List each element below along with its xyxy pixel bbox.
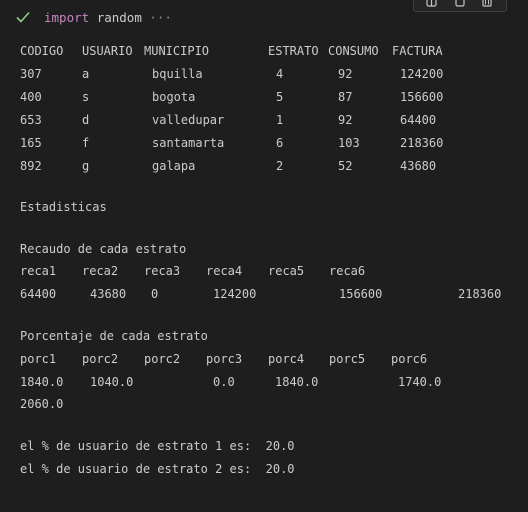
table-row: 307 a bquilla 4 92 124200 xyxy=(20,65,443,83)
table-header: CODIGO USUARIO MUNICIPIO ESTRATO CONSUMO… xyxy=(20,42,443,60)
col-header-consumo: CONSUMO xyxy=(328,44,379,58)
cell-codigo: 400 xyxy=(20,90,42,104)
porcentaje-header: porc4 xyxy=(268,352,305,366)
code-keyword: import xyxy=(44,10,90,25)
cell-factura: 64400 xyxy=(400,113,437,127)
stats-title: Estadisticas xyxy=(20,200,107,214)
cell-consumo: 52 xyxy=(338,159,353,173)
delete-icon[interactable] xyxy=(481,0,493,8)
cell-factura: 43680 xyxy=(400,159,437,173)
col-header-usuario: USUARIO xyxy=(82,44,133,58)
porcentaje-header: porc5 xyxy=(329,352,366,366)
cell-usuario: d xyxy=(82,113,90,127)
table-row: 165 f santamarta 6 103 218360 xyxy=(20,134,443,152)
porcentaje-header: porc2 xyxy=(82,352,119,366)
porcentaje-value: 1840.0 xyxy=(275,375,319,389)
recaudo-value: 0 xyxy=(151,287,159,301)
porcentaje-title: Porcentaje de cada estrato xyxy=(20,329,208,343)
code-module: random xyxy=(96,10,142,25)
col-header-factura: FACTURA xyxy=(392,44,443,58)
recaudo-value: 218360 xyxy=(458,287,502,301)
recaudo-header: reca5 xyxy=(268,264,305,278)
porcentaje-value: 1740.0 xyxy=(398,375,442,389)
cell-codigo: 892 xyxy=(20,159,42,173)
porcentaje-header: porc1 xyxy=(20,352,57,366)
cell-usuario: g xyxy=(82,159,90,173)
cell-estrato: 1 xyxy=(276,113,284,127)
cell-estrato: 2 xyxy=(276,159,284,173)
cell-municipio: santamarta xyxy=(152,136,225,150)
table-row: 653 d valledupar 1 92 64400 xyxy=(20,111,436,129)
cell-usuario: a xyxy=(82,67,90,81)
usuario-line: el % de usuario de estrato 1 es: 20.0 xyxy=(20,439,295,453)
porcentaje-values: 1840.0 1040.0 0.0 1840.0 1740.0 xyxy=(20,373,441,391)
recaudo-title: Recaudo de cada estrato xyxy=(20,242,187,256)
col-header-estrato: ESTRATO xyxy=(268,44,319,58)
cell-codigo: 307 xyxy=(20,67,42,81)
cell-estrato: 4 xyxy=(276,67,284,81)
porcentaje-header: porc2 xyxy=(144,352,181,366)
porcentaje-value: 0.0 xyxy=(213,375,235,389)
recaudo-value: 156600 xyxy=(339,287,383,301)
cell-code[interactable]: import random ··· xyxy=(44,10,172,26)
cell-consumo: 103 xyxy=(338,136,360,150)
cell-consumo: 92 xyxy=(338,67,353,81)
table-row: 892 g galapa 2 52 43680 xyxy=(20,157,436,175)
col-header-municipio: MUNICIPIO xyxy=(144,44,210,58)
recaudo-header: reca1 xyxy=(20,264,57,278)
cell-municipio: bquilla xyxy=(152,67,203,81)
check-icon xyxy=(16,11,30,23)
porcentaje-header: porc6 xyxy=(391,352,428,366)
porcentaje-value: 1840.0 xyxy=(20,375,64,389)
cell-usuario: s xyxy=(82,90,90,104)
copy-icon[interactable] xyxy=(454,0,466,8)
recaudo-value: 64400 xyxy=(20,287,57,301)
cell-municipio: valledupar xyxy=(152,113,225,127)
cell-codigo: 165 xyxy=(20,136,42,150)
recaudo-headers: reca1 reca2 reca3 reca4 reca5 reca6 xyxy=(20,262,365,280)
cell-municipio: galapa xyxy=(152,159,196,173)
cell-toolbar xyxy=(413,0,507,12)
cell-header: import random ··· xyxy=(0,0,528,36)
porcentaje-header: porc3 xyxy=(206,352,243,366)
cell-estrato: 5 xyxy=(276,90,284,104)
col-header-codigo: CODIGO xyxy=(20,44,64,58)
split-cell-icon[interactable] xyxy=(426,0,438,8)
cell-factura: 156600 xyxy=(400,90,444,104)
table-row: 400 s bogota 5 87 156600 xyxy=(20,88,443,106)
cell-usuario: f xyxy=(82,136,90,150)
porcentaje-headers: porc1 porc2 porc2 porc3 porc4 porc5 porc… xyxy=(20,350,427,368)
cell-factura: 218360 xyxy=(400,136,444,150)
recaudo-header: reca4 xyxy=(206,264,243,278)
recaudo-header: reca3 xyxy=(144,264,181,278)
cell-municipio: bogota xyxy=(152,90,196,104)
recaudo-value: 124200 xyxy=(213,287,257,301)
cell-consumo: 92 xyxy=(338,113,353,127)
cell-factura: 124200 xyxy=(400,67,444,81)
recaudo-values: 64400 43680 0 124200 156600 218360 xyxy=(20,285,501,303)
cell-codigo: 653 xyxy=(20,113,42,127)
recaudo-value: 43680 xyxy=(90,287,127,301)
recaudo-header: reca6 xyxy=(329,264,366,278)
recaudo-header: reca2 xyxy=(82,264,119,278)
porcentaje-value: 1040.0 xyxy=(90,375,134,389)
cell-estrato: 6 xyxy=(276,136,284,150)
porcentaje-wrap: 2060.0 xyxy=(20,397,64,411)
code-ellipsis[interactable]: ··· xyxy=(149,10,172,25)
usuario-line: el % de usuario de estrato 2 es: 20.0 xyxy=(20,462,295,476)
cell-consumo: 87 xyxy=(338,90,353,104)
